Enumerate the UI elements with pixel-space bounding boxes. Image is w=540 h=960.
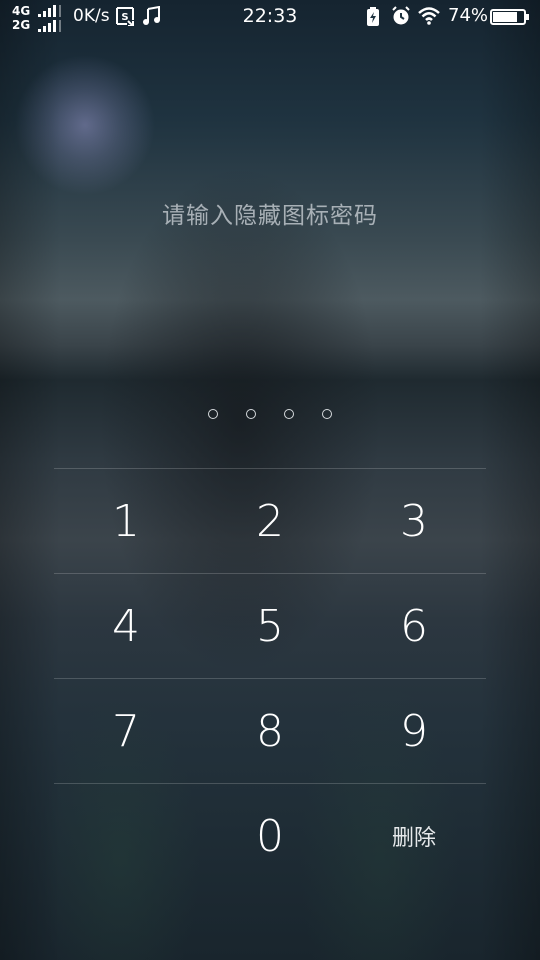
- keypad-row: 1 2 3: [54, 468, 486, 573]
- pin-dot: [322, 409, 332, 419]
- wifi-icon: [418, 7, 440, 25]
- key-8[interactable]: 8: [198, 679, 342, 783]
- key-7[interactable]: 7: [54, 679, 198, 783]
- password-prompt: 请输入隐藏图标密码: [162, 203, 378, 229]
- key-0[interactable]: 0: [198, 784, 342, 888]
- pin-dot: [284, 409, 294, 419]
- key-5[interactable]: 5: [198, 574, 342, 678]
- key-2[interactable]: 2: [198, 469, 342, 573]
- delete-button[interactable]: 删除: [342, 784, 486, 888]
- key-9[interactable]: 9: [342, 679, 486, 783]
- key-4[interactable]: 4: [54, 574, 198, 678]
- keypad-row: 7 8 9: [54, 678, 486, 783]
- keypad-row: 0 删除: [54, 783, 486, 888]
- charging-icon: [367, 7, 379, 26]
- key-1[interactable]: 1: [54, 469, 198, 573]
- pin-dot: [208, 409, 218, 419]
- key-6[interactable]: 6: [342, 574, 486, 678]
- numeric-keypad: 1 2 3 4 5 6 7 8 9 0 删除: [54, 468, 486, 888]
- battery-icon: [490, 9, 529, 25]
- pin-dot: [246, 409, 256, 419]
- pin-indicator: [0, 409, 540, 419]
- keypad-row: 4 5 6: [54, 573, 486, 678]
- key-3[interactable]: 3: [342, 469, 486, 573]
- status-bar: 4G 2G 0K/s S 22:33 74%: [0, 0, 540, 34]
- battery-percent: 74%: [448, 5, 489, 26]
- alarm-icon: [392, 6, 410, 25]
